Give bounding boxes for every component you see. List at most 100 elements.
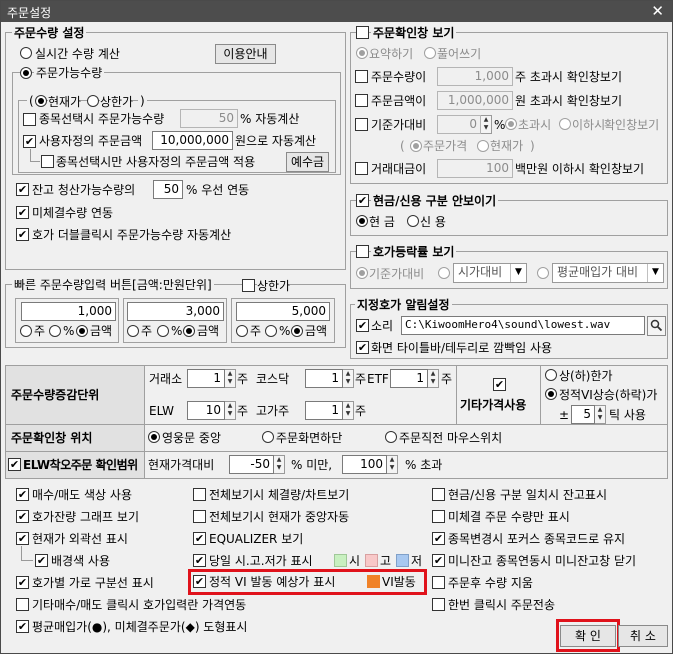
cur-input[interactable]: -50 bbox=[229, 455, 274, 474]
current-price-radio[interactable] bbox=[35, 95, 47, 107]
opt-outline-checkbox[interactable] bbox=[16, 532, 29, 545]
quick-3-stock-radio[interactable] bbox=[236, 325, 248, 337]
quick-2-stock-radio[interactable] bbox=[127, 325, 139, 337]
rate-base-radio[interactable] bbox=[356, 267, 368, 279]
opt-fullview-chart-checkbox[interactable] bbox=[193, 488, 206, 501]
base-under-radio[interactable] bbox=[559, 118, 571, 130]
auto-on-select-checkbox[interactable] bbox=[23, 113, 36, 126]
quick-2-pct-radio[interactable] bbox=[157, 325, 169, 337]
opt-shape-checkbox[interactable] bbox=[16, 620, 29, 633]
vol-input[interactable]: 100 bbox=[437, 159, 513, 178]
base-checkbox[interactable] bbox=[355, 118, 368, 131]
elw-spin[interactable]: ▲ ▼ bbox=[225, 401, 236, 420]
etf-input[interactable]: 1 bbox=[390, 369, 428, 388]
sound-checkbox[interactable] bbox=[356, 319, 369, 332]
base-input[interactable]: 0 bbox=[437, 115, 481, 134]
auto-on-select-input[interactable]: 50 bbox=[180, 109, 238, 128]
rate-checkbox[interactable] bbox=[356, 245, 369, 258]
pos-mouse-radio[interactable] bbox=[385, 431, 397, 443]
opt-row-divider-checkbox[interactable] bbox=[16, 576, 29, 589]
deposit-button[interactable]: 예수금 bbox=[286, 152, 329, 172]
sound-browse-button[interactable] bbox=[647, 316, 666, 336]
exch-spin[interactable]: ▲ ▼ bbox=[225, 369, 236, 388]
cancel-button[interactable]: 취 소 bbox=[618, 625, 668, 647]
opt-bg-color-checkbox[interactable] bbox=[35, 554, 48, 567]
ohl-open-swatch[interactable] bbox=[334, 554, 347, 567]
exch-input[interactable]: 1 bbox=[187, 369, 225, 388]
opt-unfilled-only-checkbox[interactable] bbox=[432, 510, 445, 523]
vol-checkbox[interactable] bbox=[355, 162, 368, 175]
ohl-low-swatch[interactable] bbox=[396, 554, 409, 567]
kosdaq-input[interactable]: 1 bbox=[305, 369, 343, 388]
balance-checkbox[interactable] bbox=[16, 183, 29, 196]
qty-input[interactable]: 1,000 bbox=[437, 67, 513, 86]
rate-market-radio[interactable] bbox=[438, 267, 450, 279]
tick-spin[interactable]: ▲ ▼ bbox=[595, 405, 606, 424]
opt-clear-qty-checkbox[interactable] bbox=[432, 576, 445, 589]
quick-input-2[interactable]: 3,000 bbox=[127, 302, 224, 321]
dblclick-checkbox[interactable] bbox=[16, 228, 29, 241]
quick-1-pct-radio[interactable] bbox=[49, 325, 61, 337]
upper-lower-radio[interactable] bbox=[545, 369, 557, 381]
current-price-radio-2[interactable] bbox=[477, 140, 489, 152]
base-over-radio[interactable] bbox=[505, 118, 517, 130]
quick-3-amount-radio[interactable] bbox=[291, 325, 303, 337]
vi-radio[interactable] bbox=[545, 388, 557, 400]
opt-equalizer-checkbox[interactable] bbox=[193, 532, 206, 545]
guide-button[interactable]: 이용안내 bbox=[215, 44, 276, 64]
expand-radio[interactable] bbox=[424, 47, 436, 59]
opt-cash-balance-checkbox[interactable] bbox=[432, 488, 445, 501]
available-radio[interactable] bbox=[20, 67, 32, 79]
cash-radio[interactable] bbox=[356, 215, 368, 227]
user-amount-input[interactable]: 10,000,000 bbox=[152, 131, 233, 150]
cur-spin[interactable]: ▲ ▼ bbox=[274, 455, 285, 474]
realtime-radio[interactable] bbox=[20, 47, 32, 59]
tick-input[interactable]: 5 bbox=[571, 405, 595, 424]
opt-remain-graph-checkbox[interactable] bbox=[16, 510, 29, 523]
rate-avg-radio[interactable] bbox=[537, 267, 549, 279]
opt-ohl-checkbox[interactable] bbox=[193, 554, 206, 567]
rate-avg-dropdown[interactable]: 평균매입가 대비 ▼ bbox=[552, 263, 664, 283]
pos-screen-radio[interactable] bbox=[262, 431, 274, 443]
order-price-radio[interactable] bbox=[410, 140, 422, 152]
high-input[interactable]: 1 bbox=[305, 401, 343, 420]
quick-input-1[interactable]: 1,000 bbox=[21, 302, 116, 321]
user-amount-checkbox[interactable] bbox=[23, 135, 36, 148]
quick-input-3[interactable]: 5,000 bbox=[236, 302, 330, 321]
over-spin[interactable]: ▲ ▼ bbox=[387, 455, 398, 474]
balance-input[interactable]: 50 bbox=[153, 180, 183, 199]
quick-1-amount-radio[interactable] bbox=[76, 325, 88, 337]
cash-checkbox[interactable] bbox=[356, 194, 369, 207]
amt-input[interactable]: 1,000,000 bbox=[437, 91, 513, 110]
opt-fullview-center-checkbox[interactable] bbox=[193, 510, 206, 523]
pos-center-radio[interactable] bbox=[148, 431, 160, 443]
opt-etc-click-checkbox[interactable] bbox=[16, 598, 29, 611]
quick-2-amount-radio[interactable] bbox=[183, 325, 195, 337]
upper-limit-radio[interactable] bbox=[87, 95, 99, 107]
flash-checkbox[interactable] bbox=[356, 341, 369, 354]
elw-input[interactable]: 10 bbox=[187, 401, 225, 420]
quick-1-stock-radio[interactable] bbox=[20, 325, 32, 337]
amt-checkbox[interactable] bbox=[355, 94, 368, 107]
qty-checkbox[interactable] bbox=[355, 70, 368, 83]
user-amount-only-checkbox[interactable] bbox=[41, 155, 54, 168]
elw-range-checkbox[interactable] bbox=[8, 458, 21, 471]
unfilled-checkbox[interactable] bbox=[16, 206, 29, 219]
quick-3-pct-radio[interactable] bbox=[265, 325, 277, 337]
credit-radio[interactable] bbox=[407, 215, 419, 227]
confirm-checkbox[interactable] bbox=[356, 26, 369, 39]
ohl-high-swatch[interactable] bbox=[365, 554, 378, 567]
etf-spin[interactable]: ▲ ▼ bbox=[428, 369, 439, 388]
rate-market-dropdown[interactable]: 시가대비 ▼ bbox=[453, 263, 527, 283]
summary-radio[interactable] bbox=[356, 47, 368, 59]
sound-path-input[interactable]: C:\KiwoomHero4\sound\lowest.wav bbox=[401, 316, 645, 335]
opt-mini-close-checkbox[interactable] bbox=[432, 554, 445, 567]
opt-focus-code-checkbox[interactable] bbox=[432, 532, 445, 545]
over-input[interactable]: 100 bbox=[342, 455, 387, 474]
high-spin[interactable]: ▲ ▼ bbox=[343, 401, 354, 420]
opt-buy-sell-color-checkbox[interactable] bbox=[16, 488, 29, 501]
base-spin[interactable]: ▲ ▼ bbox=[481, 115, 492, 134]
other-price-checkbox[interactable] bbox=[493, 378, 506, 391]
quick-upper-checkbox[interactable] bbox=[242, 279, 255, 292]
kosdaq-spin[interactable]: ▲ ▼ bbox=[343, 369, 354, 388]
